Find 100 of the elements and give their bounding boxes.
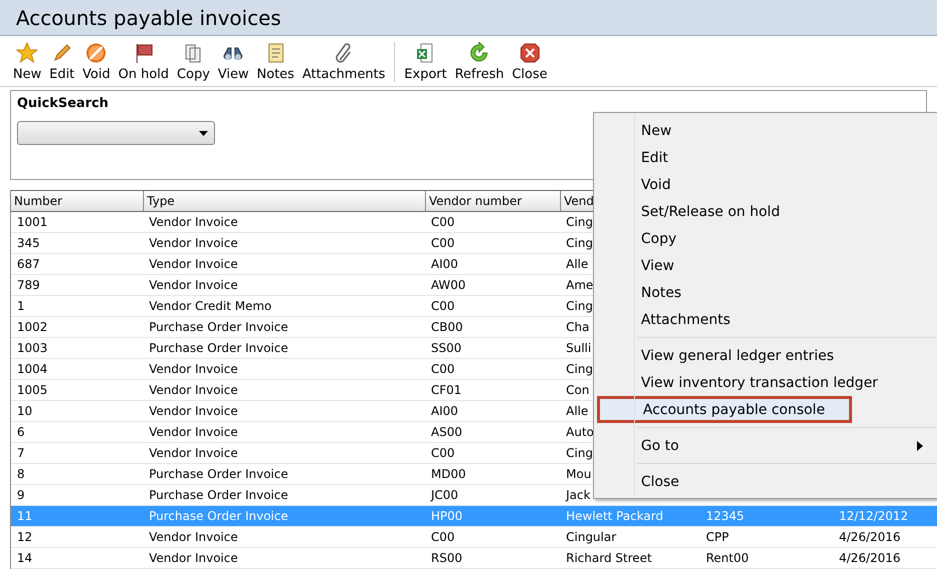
table-row[interactable]: 14 Vendor Invoice RS00 Richard Street Rent00 4/26/2016 <box>11 548 937 569</box>
toolbar-button[interactable]: Void <box>80 42 114 82</box>
table-cell-text: Purchase Order Invoice <box>148 466 290 483</box>
close-icon <box>518 42 541 64</box>
quick-search-dropdown[interactable] <box>17 121 215 145</box>
quick-search-label: QuickSearch <box>17 96 110 111</box>
table-cell-text: 4/26/2016 <box>838 529 901 546</box>
table-cell-text: 4/26/2016 <box>838 550 901 567</box>
table-cell-text: RS00 <box>430 550 464 567</box>
table-cell-text: Richard Street <box>565 550 653 567</box>
table-cell-text: Vendor Invoice <box>148 550 239 567</box>
table-cell-text: Cingular <box>565 529 618 546</box>
toolbar-button[interactable]: Close <box>508 42 550 82</box>
table-cell-text: Vendor Credit Memo <box>148 298 273 315</box>
table-cell-text: 7 <box>16 445 26 462</box>
table-cell-text: MD00 <box>430 466 467 483</box>
table-cell-text: AI00 <box>430 256 460 273</box>
table-cell-text: Cing <box>565 214 593 231</box>
toolbar-button[interactable]: Copy <box>174 42 213 82</box>
table-cell-text: Auto <box>565 424 594 441</box>
toolbar-button[interactable]: New <box>10 42 44 82</box>
column-header[interactable]: Number <box>11 191 144 211</box>
refresh-icon <box>468 42 490 64</box>
table-cell-text: C00 <box>430 214 456 231</box>
table-cell-text: C00 <box>430 235 456 252</box>
table-cell-text: 1 <box>16 298 26 315</box>
table-cell-text: 789 <box>16 277 41 294</box>
table-cell-text: 11 <box>16 508 34 525</box>
table-cell-text: Ame <box>565 277 594 294</box>
table-cell-text: 12345 <box>705 508 746 525</box>
star-icon <box>16 42 38 64</box>
table-cell-text: AS00 <box>430 424 464 441</box>
toolbar-button[interactable]: View <box>214 42 252 82</box>
table-cell-text: 1002 <box>16 319 49 336</box>
table-cell-text: Vendor Invoice <box>148 277 239 294</box>
menu-item[interactable]: New <box>597 117 937 144</box>
toolbar-button[interactable]: Notes <box>254 42 298 82</box>
toolbar-button[interactable]: Export <box>401 42 450 82</box>
table-cell-text: Cha <box>565 319 590 336</box>
table-cell-text: C00 <box>430 361 456 378</box>
table-cell-text: Alle <box>565 403 588 420</box>
table-cell-text: 6 <box>16 424 26 441</box>
table-cell-text: 1005 <box>16 382 49 399</box>
table-cell-text: Vendor Invoice <box>148 529 239 546</box>
table-cell-text: 14 <box>16 550 34 567</box>
void-icon <box>85 42 108 64</box>
table-cell-text: CPP <box>705 529 730 546</box>
table-cell-text: CB00 <box>430 319 464 336</box>
table-cell-text: 9 <box>16 487 26 504</box>
table-cell-text: 1004 <box>16 361 49 378</box>
table-cell-text: JC00 <box>429 487 460 504</box>
column-header[interactable]: Vendor number <box>426 191 561 211</box>
table-cell-text: Rent00 <box>705 550 750 567</box>
table-cell-text: Purchase Order Invoice <box>148 319 290 336</box>
toolbar-button[interactable]: On hold <box>115 42 172 82</box>
table-cell-text: 1001 <box>16 214 49 231</box>
table-cell-text: Vendor Invoice <box>148 403 239 420</box>
toolbar-button[interactable]: Edit <box>46 42 78 82</box>
table-cell-text: Cing <box>565 235 593 252</box>
table-cell-text: HP00 <box>430 508 464 525</box>
table-cell-text: AI00 <box>430 403 460 420</box>
menu-item[interactable]: Edit <box>597 144 937 171</box>
table-cell-text: 687 <box>16 256 41 273</box>
menu-item[interactable]: Void <box>597 171 937 198</box>
table-cell-text: Vendor Invoice <box>148 445 239 462</box>
table-cell-text: 345 <box>16 235 41 252</box>
column-header[interactable]: Type <box>144 191 426 211</box>
toolbar-button[interactable]: Refresh <box>452 42 507 82</box>
table-cell-text: Vendor Invoice <box>148 361 239 378</box>
table-cell-text: Jack <box>564 487 590 504</box>
table-cell-text: C00 <box>430 298 456 315</box>
table-cell-text: SS00 <box>430 340 463 357</box>
table-cell-text: Cing <box>565 445 593 462</box>
table-cell-text: Purchase Order Invoice <box>148 340 290 357</box>
table-cell-text: Vendor Invoice <box>148 256 239 273</box>
table-cell-text: Vendor Invoice <box>148 235 239 252</box>
table-cell-text: C00 <box>430 445 456 462</box>
table-cell-text: Cing <box>565 361 593 378</box>
window-title: Accounts payable invoices <box>0 0 937 36</box>
table-cell-text: Con <box>565 382 590 399</box>
table-cell-text: Vendor Invoice <box>148 214 239 231</box>
table-cell-text: Cing <box>565 298 593 315</box>
table-cell-text: AW00 <box>430 277 467 294</box>
table-cell-text: Purchase Order Invoice <box>148 487 290 504</box>
menu-item[interactable]: Accounts payable console <box>597 396 852 423</box>
toolbar-button[interactable]: Attachments <box>299 42 388 82</box>
table-cell-text: Mou <box>565 466 592 483</box>
table-cell-text: 12 <box>16 529 34 546</box>
table-cell-text: Vendor Invoice <box>148 424 239 441</box>
table-cell-text: 10 <box>16 403 34 420</box>
table-cell-text: Alle <box>565 256 588 273</box>
table-cell-text: C00 <box>430 529 456 546</box>
table-cell-text: Vendor Invoice <box>148 382 239 399</box>
table-row[interactable]: 12 Vendor Invoice C00 Cingular CPP 4/26/2016 <box>11 527 937 548</box>
table-cell-text: 12/12/2012 <box>838 508 908 525</box>
table-cell-text: 1003 <box>16 340 49 357</box>
table-cell-text: Hewlett Packard <box>565 508 664 525</box>
table-cell-text: Sulli <box>565 340 592 357</box>
caret-icon <box>199 130 208 136</box>
table-cell-text: Purchase Order Invoice <box>148 508 290 525</box>
